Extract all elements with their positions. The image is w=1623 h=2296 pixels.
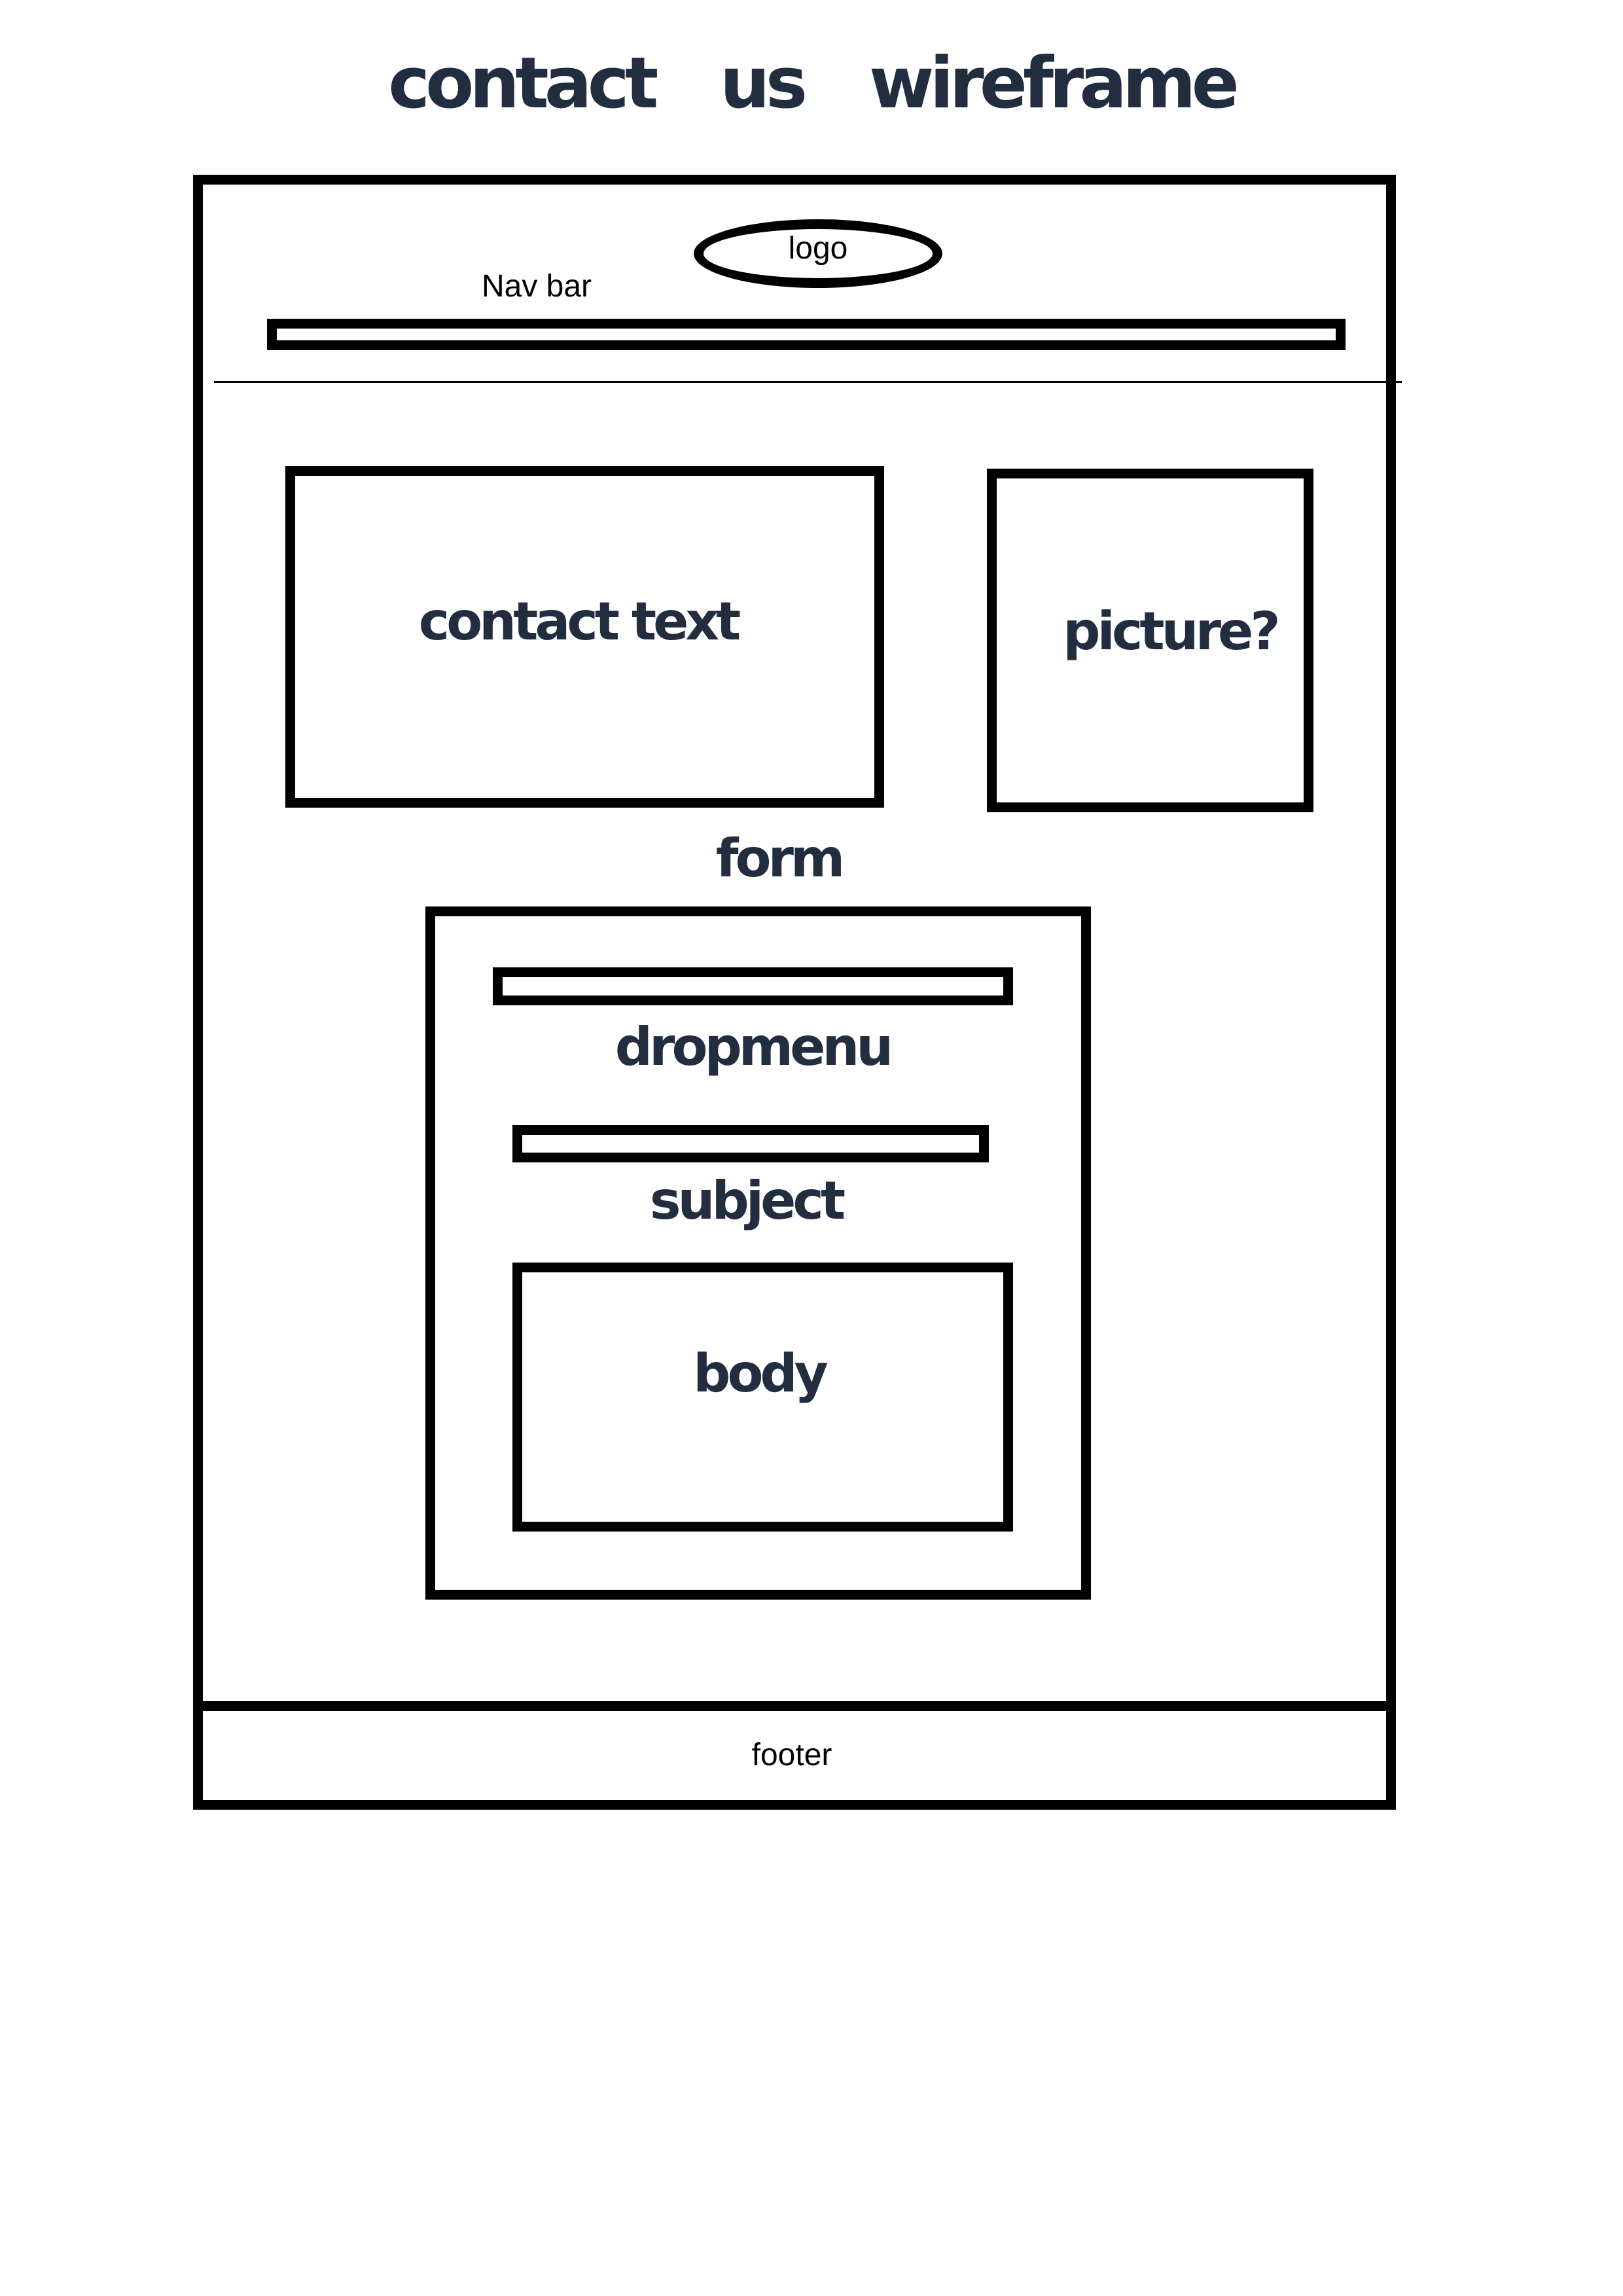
subject-field-placeholder bbox=[512, 1125, 989, 1162]
contact-text-label: contact text bbox=[418, 591, 741, 652]
dropmenu-label: dropmenu bbox=[615, 1016, 893, 1077]
picture-label: picture? bbox=[1063, 601, 1280, 662]
nav-bar-label: Nav bar bbox=[481, 269, 592, 304]
nav-bar-placeholder bbox=[267, 319, 1346, 350]
body-label: body bbox=[693, 1343, 829, 1404]
dropmenu-field-placeholder bbox=[493, 967, 1013, 1005]
subject-label: subject bbox=[649, 1170, 846, 1231]
footer-label: footer bbox=[751, 1738, 832, 1772]
form-label: form bbox=[715, 828, 846, 889]
wireframe-title: contact us wireframe bbox=[388, 43, 1240, 124]
logo-label: logo bbox=[788, 231, 848, 266]
header-divider bbox=[214, 381, 1402, 383]
